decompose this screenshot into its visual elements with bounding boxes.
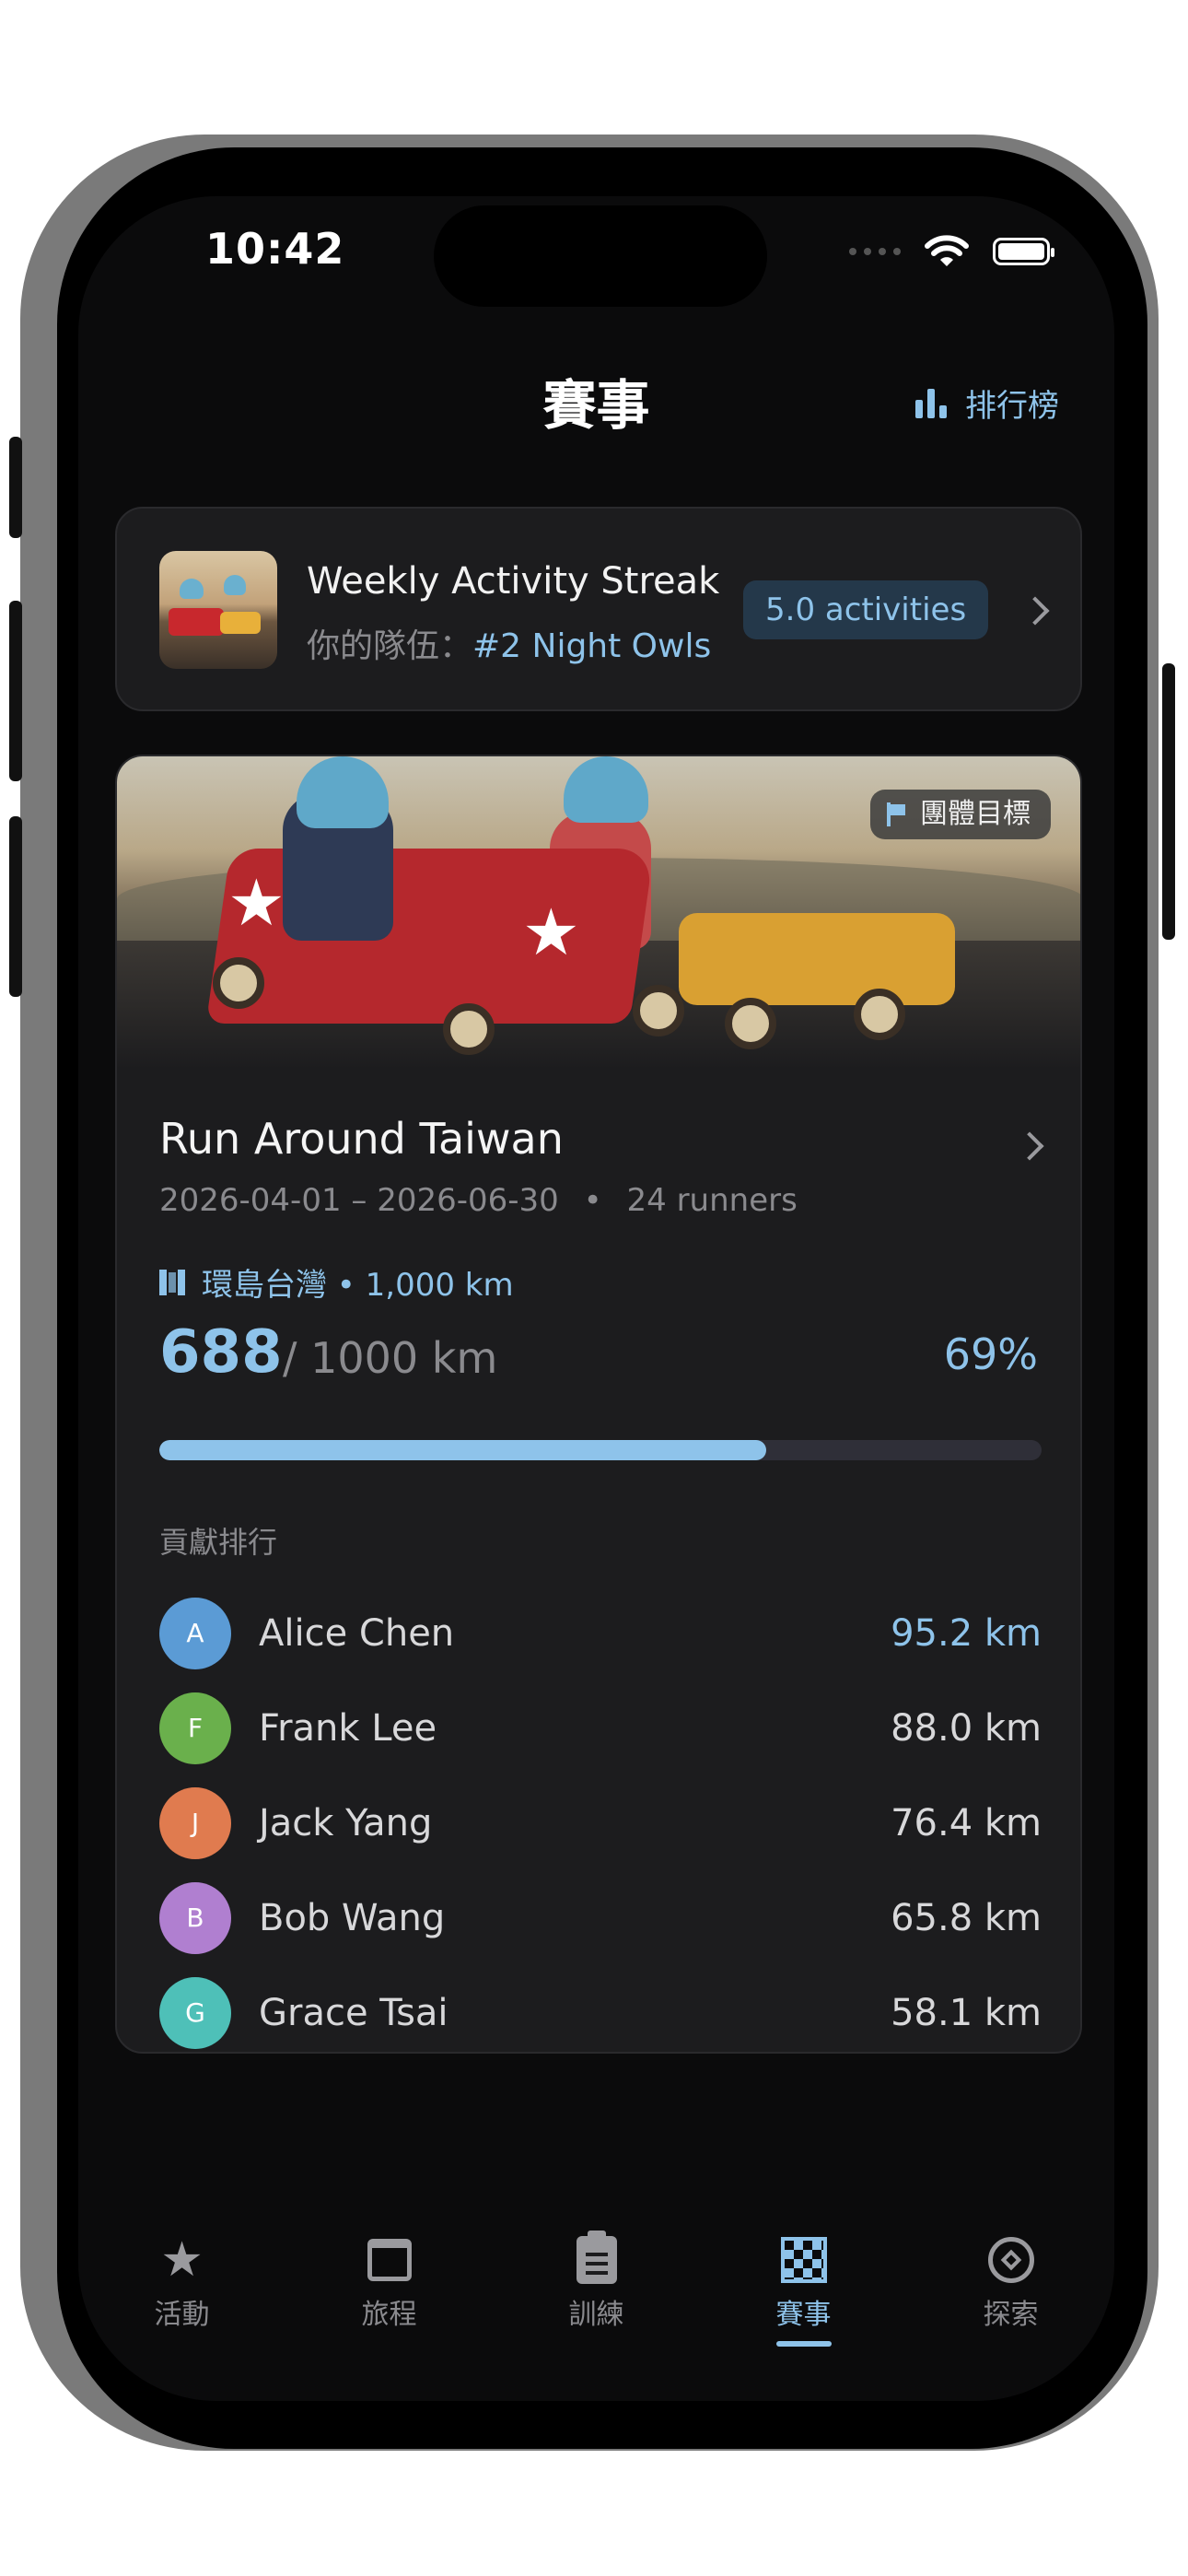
chevron-right-icon: [1020, 596, 1050, 626]
avatar: J: [159, 1786, 231, 1859]
streak-title: Weekly Activity Streak: [307, 560, 720, 603]
challenge-runners: 24 runners: [626, 1182, 798, 1219]
contributor-distance: 65.8 km: [891, 1896, 1042, 1939]
contributor-row[interactable]: A Alice Chen 95.2 km: [159, 1586, 1042, 1680]
avatar: G: [159, 1976, 231, 2049]
contributor-distance: 58.1 km: [891, 1991, 1042, 2034]
team-goal-label: 團體目標: [920, 798, 1031, 830]
meta-separator: •: [583, 1182, 602, 1219]
calendar-icon: [367, 2239, 412, 2281]
challenge-meta: 2026-04-01 – 2026-06-30 • 24 runners: [159, 1182, 798, 1219]
contribution-heading: 貢獻排行: [159, 1525, 278, 1560]
contributor-row[interactable]: J Jack Yang 76.4 km: [159, 1775, 1042, 1870]
power-button: [1162, 663, 1175, 940]
tab-icon: [780, 2232, 827, 2288]
star-icon: ★: [160, 2232, 204, 2288]
route-label: 環島台灣 • 1,000 km: [202, 1267, 514, 1304]
clipboard-icon: [576, 2231, 617, 2284]
leaderboard-label: 排行榜: [965, 388, 1059, 425]
tab-4[interactable]: 賽事: [700, 2232, 907, 2371]
cellular-signal-icon: [849, 248, 901, 255]
tab-label: 賽事: [775, 2299, 832, 2331]
tab-label: 旅程: [361, 2299, 417, 2331]
active-tab-indicator: [775, 2341, 832, 2347]
progress-total: / 1000 km: [283, 1333, 498, 1383]
contributor-distance: 95.2 km: [891, 1611, 1042, 1655]
contributor-row[interactable]: F Frank Lee 88.0 km: [159, 1680, 1042, 1775]
contribution-list: A Alice Chen 95.2 km F Frank Lee 88.0 km J Jack…: [159, 1586, 1042, 2052]
app-screen: 10:42 賽事 排行榜 Weekly Activity Streak 你的隊伍…: [78, 196, 1114, 2401]
contributor-name: Bob Wang: [259, 1896, 446, 1939]
tab-5[interactable]: 探索: [907, 2232, 1114, 2371]
contributor-row[interactable]: G Grace Tsai 58.1 km: [159, 1965, 1042, 2052]
avatar: F: [159, 1692, 231, 1764]
avatar: A: [159, 1597, 231, 1669]
progress-percent: 69%: [943, 1329, 1038, 1379]
tab-bar: ★ 活動 旅程 訓練 賽事 探索: [78, 2231, 1114, 2371]
team-prefix: 你的隊伍：: [307, 627, 473, 665]
contributor-distance: 76.4 km: [891, 1801, 1042, 1844]
bar-chart-icon: [915, 388, 947, 418]
team-goal-badge: 團體目標: [870, 790, 1051, 839]
volume-down-button: [9, 816, 22, 997]
contributor-name: Alice Chen: [259, 1611, 455, 1655]
battery-icon: [993, 238, 1054, 265]
avatar: B: [159, 1881, 231, 1954]
tab-icon: [367, 2232, 412, 2288]
progress-current: 688: [159, 1318, 283, 1387]
contributor-row[interactable]: B Bob Wang 65.8 km: [159, 1870, 1042, 1965]
tab-icon: [987, 2232, 1034, 2288]
contributor-name: Frank Lee: [259, 1706, 437, 1750]
challenge-hero-image: ★ ★ 團體目標: [117, 756, 1080, 1070]
progress-bar-fill: [159, 1440, 767, 1460]
tab-label: 訓練: [568, 2299, 624, 2331]
contributor-distance: 88.0 km: [891, 1706, 1042, 1750]
compass-icon: [987, 2237, 1034, 2283]
status-icons: [849, 235, 1054, 268]
challenge-dates: 2026-04-01 – 2026-06-30: [159, 1182, 559, 1219]
progress-bar: [159, 1440, 1042, 1460]
chevron-right-icon: [1015, 1131, 1044, 1161]
tab-1[interactable]: ★ 活動: [78, 2232, 285, 2371]
tab-2[interactable]: 旅程: [285, 2232, 493, 2371]
tab-label: 探索: [983, 2299, 1039, 2331]
contributor-name: Jack Yang: [259, 1801, 433, 1844]
route-info: 環島台灣 • 1,000 km: [159, 1259, 514, 1305]
dynamic-island: [434, 205, 767, 307]
streak-team-line: 你的隊伍：#2 Night Owls: [307, 619, 711, 667]
activities-pill: 5.0 activities: [743, 580, 989, 639]
streak-challenge-card[interactable]: Weekly Activity Streak 你的隊伍：#2 Night Owl…: [115, 507, 1082, 711]
wifi-icon: [925, 235, 969, 266]
tab-label: 活動: [154, 2299, 210, 2331]
streak-thumbnail: [159, 551, 277, 669]
volume-up-button: [9, 601, 22, 781]
tab-icon: [576, 2231, 617, 2288]
leaderboard-button[interactable]: 排行榜: [915, 381, 1059, 426]
status-time: 10:42: [205, 224, 345, 274]
action-button: [9, 437, 22, 538]
checkered-flag-icon: [780, 2237, 827, 2283]
contributor-name: Grace Tsai: [259, 1991, 448, 2034]
flag-icon: [887, 802, 907, 826]
tab-icon: ★: [160, 2232, 204, 2288]
team-rank: #2 Night Owls: [472, 627, 712, 665]
tab-3[interactable]: 訓練: [493, 2231, 700, 2371]
map-icon: [159, 1269, 185, 1295]
challenge-card[interactable]: ★ ★ 團體目標 Run Around Taiwan 2026-04-01 – …: [115, 755, 1082, 2054]
challenge-title: Run Around Taiwan: [159, 1114, 564, 1164]
